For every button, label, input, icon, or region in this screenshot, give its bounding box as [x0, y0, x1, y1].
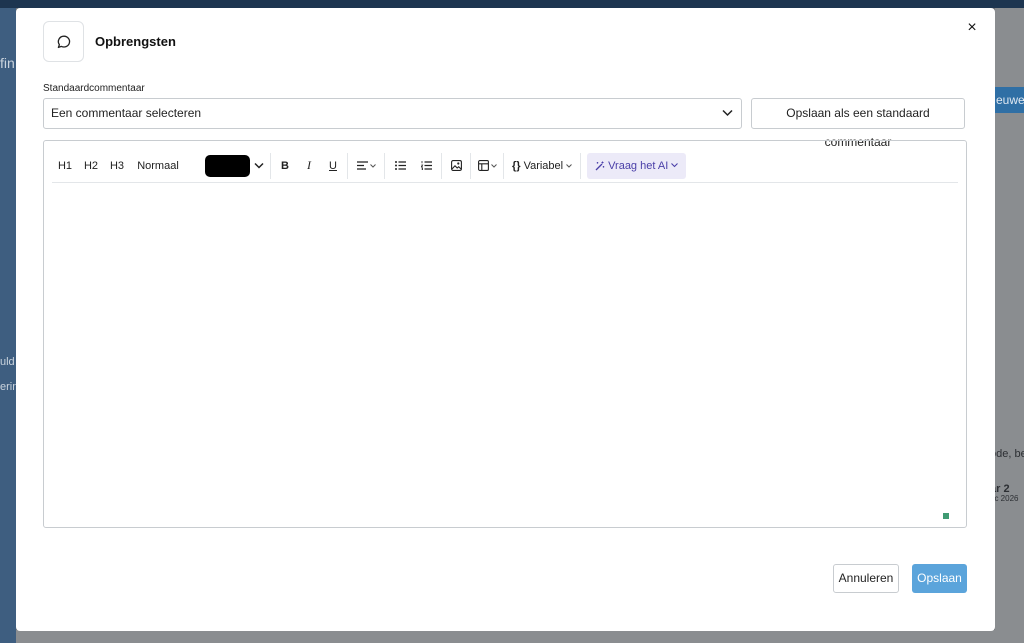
chevron-down-icon — [722, 109, 733, 117]
search-text: ode, be — [990, 448, 1024, 460]
sidebar-text: uld — [0, 356, 15, 368]
save-standard-comment-button[interactable]: Opslaan als een standaard commentaar — [751, 98, 965, 149]
ask-ai-dropdown[interactable]: Vraag het AI — [587, 152, 687, 179]
bullet-list-button[interactable] — [387, 153, 413, 179]
braces-icon: {} — [512, 159, 521, 172]
bullet-list-icon — [394, 161, 406, 170]
ask-ai-label: Vraag het AI — [608, 159, 669, 172]
resize-handle[interactable] — [943, 513, 949, 519]
sidebar-text: erin — [0, 381, 16, 393]
chevron-down-icon — [490, 163, 497, 168]
rich-text-editor[interactable]: H1 H2 H3 Normaal B I U {} Variabel Vraag… — [43, 140, 967, 528]
standard-comment-label: Standaardcommentaar — [43, 83, 145, 94]
align-dropdown[interactable] — [350, 153, 382, 179]
toolbar-divider — [384, 152, 385, 179]
numbered-list-button[interactable] — [413, 153, 439, 179]
insert-image-button[interactable] — [444, 153, 468, 179]
chevron-down-icon — [369, 163, 376, 168]
editor-content-area[interactable] — [52, 189, 958, 509]
save-button[interactable]: Opslaan — [912, 564, 967, 593]
magic-wand-icon — [595, 161, 605, 170]
toolbar-divider — [580, 152, 582, 179]
toolbar-divider — [470, 152, 471, 179]
comment-icon — [43, 21, 84, 62]
comment-modal: × Opbrengsten Standaardcommentaar Een co… — [16, 8, 995, 631]
paragraph-normal-button[interactable]: Normaal — [130, 153, 186, 179]
standard-comment-select[interactable]: Een commentaar selecteren — [43, 98, 742, 129]
sidebar-text: fin — [0, 55, 15, 71]
close-button[interactable]: × — [963, 19, 981, 37]
heading-1-button[interactable]: H1 — [52, 153, 78, 179]
heading-3-button[interactable]: H3 — [104, 153, 130, 179]
italic-button[interactable]: I — [297, 153, 321, 179]
bold-button[interactable]: B — [273, 153, 297, 179]
toolbar-divider — [441, 152, 442, 179]
text-color-picker[interactable] — [200, 153, 268, 179]
period-date: ec 2026 — [990, 494, 1019, 503]
new-button: euwe — [992, 87, 1024, 113]
toolbar-divider — [503, 152, 504, 179]
toolbar-divider — [347, 152, 348, 179]
numbered-list-icon — [420, 161, 432, 170]
heading-2-button[interactable]: H2 — [78, 153, 104, 179]
table-icon — [477, 160, 489, 171]
chevron-down-icon — [671, 163, 679, 168]
variable-dropdown[interactable]: {} Variabel — [506, 153, 578, 179]
editor-toolbar: H1 H2 H3 Normaal B I U {} Variabel Vraag… — [52, 149, 958, 183]
select-value: Een commentaar selecteren — [51, 106, 202, 120]
align-left-icon — [356, 161, 368, 170]
cancel-button[interactable]: Annuleren — [833, 564, 899, 593]
underline-button[interactable]: U — [321, 153, 345, 179]
modal-title: Opbrengsten — [95, 34, 176, 49]
toolbar-divider — [270, 152, 271, 179]
image-icon — [450, 160, 462, 171]
app-bottom-row — [16, 630, 995, 643]
table-dropdown[interactable] — [473, 153, 501, 179]
app-topbar — [0, 0, 1024, 8]
app-sidebar — [0, 8, 16, 643]
chevron-down-icon — [566, 163, 572, 168]
variable-label: Variabel — [523, 159, 564, 172]
color-swatch — [204, 154, 250, 177]
chevron-down-icon — [253, 162, 264, 169]
